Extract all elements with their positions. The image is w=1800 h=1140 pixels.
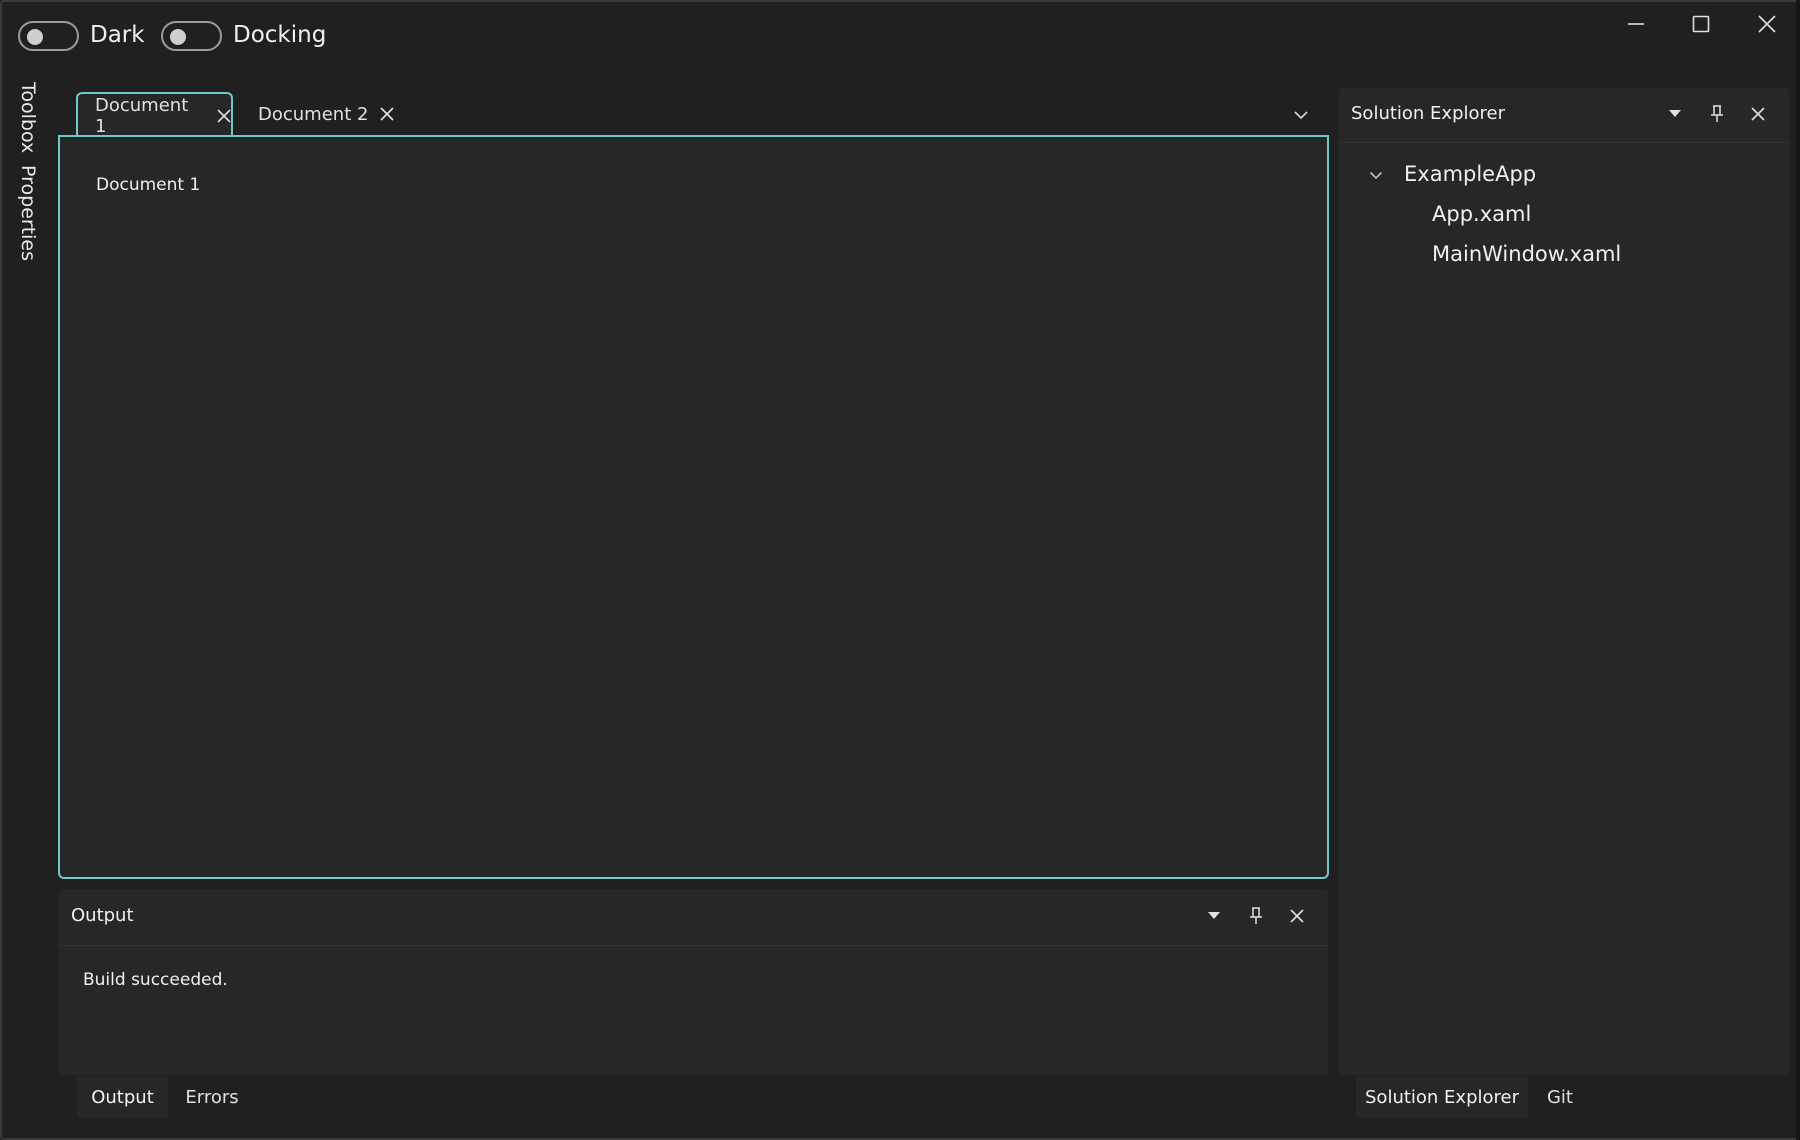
chevron-down-icon <box>1294 111 1308 120</box>
chevron-down-icon <box>1369 171 1383 179</box>
close-window-button[interactable] <box>1739 1 1795 47</box>
tab-git[interactable]: Git <box>1531 1076 1589 1118</box>
tree-item[interactable]: MainWindow.xaml <box>1432 242 1621 266</box>
output-panel-title: Output <box>71 905 134 926</box>
output-menu-button[interactable] <box>1200 902 1228 930</box>
solution-pin-button[interactable] <box>1703 100 1731 128</box>
document-content[interactable]: Document 1 <box>58 135 1329 879</box>
output-text: Build succeeded. <box>83 970 228 990</box>
solution-close-button[interactable] <box>1744 100 1772 128</box>
dark-mode-label: Dark <box>90 22 145 48</box>
output-panel: Output Build succeeded. <box>59 889 1328 1075</box>
properties-tab[interactable]: Properties <box>17 165 39 261</box>
solution-menu-button[interactable] <box>1661 100 1689 128</box>
tab-label: Document 2 <box>258 103 369 125</box>
tab-errors[interactable]: Errors <box>172 1076 252 1118</box>
solution-explorer-panel: Solution Explorer ExampleApp App.xaml Ma… <box>1339 88 1789 1075</box>
tab-output[interactable]: Output <box>77 1076 168 1118</box>
tab-document-1[interactable]: Document 1 <box>76 92 233 137</box>
toggle-knob <box>170 29 186 45</box>
output-close-button[interactable] <box>1283 902 1311 930</box>
docking-label: Docking <box>233 22 327 48</box>
maximize-icon <box>1692 15 1710 33</box>
dropdown-arrow-icon <box>1208 912 1220 919</box>
document-tab-strip: Document 1 Document 2 <box>58 92 1328 137</box>
dropdown-arrow-icon <box>1669 110 1681 117</box>
toolbox-tab[interactable]: Toolbox <box>17 82 39 153</box>
panel-header-divider <box>59 945 1328 946</box>
close-icon <box>1758 15 1776 33</box>
document-text: Document 1 <box>96 175 201 195</box>
tab-label: Document 1 <box>95 94 189 137</box>
window-edge <box>1796 0 1800 1140</box>
minimize-icon <box>1628 23 1644 25</box>
pin-icon <box>1250 907 1262 924</box>
tab-solution-explorer[interactable]: Solution Explorer <box>1356 1076 1528 1118</box>
close-tab-icon[interactable] <box>380 107 395 121</box>
dark-mode-toggle[interactable] <box>18 21 79 51</box>
tree-expander[interactable] <box>1366 165 1386 185</box>
document-overflow-button[interactable] <box>1288 104 1314 126</box>
pin-icon <box>1711 105 1723 122</box>
docking-toggle[interactable] <box>161 21 222 51</box>
maximize-button[interactable] <box>1673 1 1729 47</box>
output-pin-button[interactable] <box>1242 902 1270 930</box>
close-icon <box>1290 909 1304 923</box>
tree-item-root[interactable]: ExampleApp <box>1404 162 1536 186</box>
minimize-button[interactable] <box>1608 1 1664 47</box>
panel-header-divider <box>1339 142 1789 143</box>
tab-document-2[interactable]: Document 2 <box>249 92 399 136</box>
close-icon <box>1751 107 1765 121</box>
tree-item[interactable]: App.xaml <box>1432 202 1531 226</box>
toggle-knob <box>27 29 43 45</box>
solution-explorer-title: Solution Explorer <box>1351 103 1505 124</box>
close-tab-icon[interactable] <box>217 108 231 123</box>
